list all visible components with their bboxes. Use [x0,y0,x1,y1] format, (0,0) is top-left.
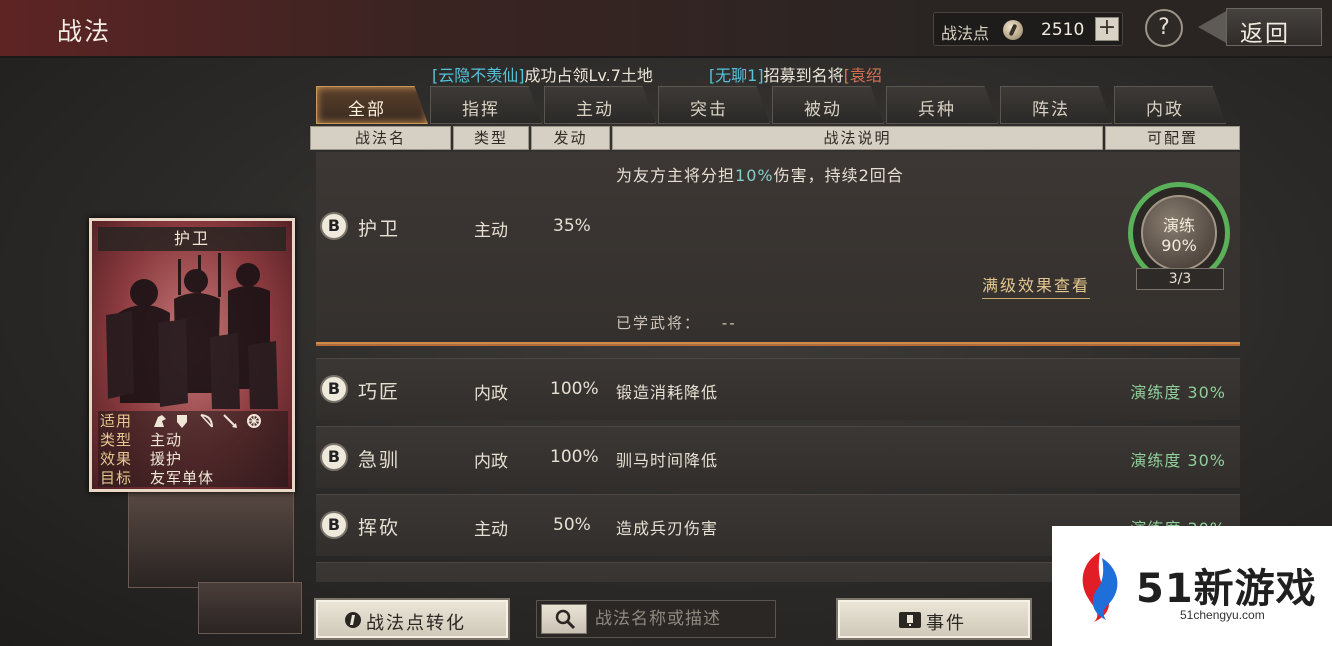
coin-icon [345,612,361,628]
search-button[interactable] [541,604,587,634]
help-button[interactable]: ? [1145,9,1183,47]
add-points-button[interactable]: + [1095,17,1119,41]
watermark-text: 51新游戏 [1136,566,1317,612]
card-info-panel: 适用 类型 主动 效果 援护 目标 友军单体 [98,411,288,487]
tactic-rate: 35% [553,216,591,236]
events-button[interactable]: 事件 [836,598,1032,640]
tactic-name: 巧匠 [358,381,401,403]
card-title: 护卫 [98,227,286,251]
soldiers-silhouette-art [106,253,278,409]
effect-value: 援护 [150,450,183,468]
page-title: 战法 [57,17,112,46]
convert-points-label: 战法点转化 [366,613,466,634]
effect-label: 效果 [100,450,133,468]
tab-command[interactable]: 指挥 [430,86,542,124]
tactic-type: 内政 [474,384,508,404]
applicable-label: 适用 [100,412,133,430]
grade-badge: B [320,443,348,471]
tab-passive[interactable]: 被动 [772,86,884,124]
category-tabs: 全部 指挥 主动 突击 被动 兵种 阵法 内政 [316,86,1232,124]
target-label: 目标 [100,469,133,487]
tactic-card: 护卫 适用 类型 主动 效果 援护 目标 友军单体 [89,218,295,492]
card-stack-back [128,486,294,588]
tactic-points-panel: 战法点 2510 + [933,12,1123,46]
search-input[interactable] [595,607,771,631]
tab-troop-type[interactable]: 兵种 [886,86,998,124]
column-header-type[interactable]: 类型 [453,126,529,150]
tactic-points-value: 2510 [1041,20,1085,40]
training-level: 演练度 30% [1130,383,1226,402]
back-arrow-icon [1198,10,1228,44]
column-header-configurable[interactable]: 可配置 [1105,126,1240,150]
search-icon [555,609,576,630]
shield-icon [177,415,187,428]
convert-points-button[interactable]: 战法点转化 [314,598,510,640]
ticker-player-1[interactable]: [云隐不羡仙] [432,62,525,86]
site-watermark: 51新游戏 51chengyu.com [1052,526,1332,646]
tactic-type: 主动 [474,221,508,241]
tactic-list[interactable]: B 护卫 主动 35% 为友方主将分担10%伤害，持续2回合 演练 90% 3/… [316,152,1240,582]
training-label: 演练 [1162,216,1195,235]
tactic-point-coin-icon [1003,20,1023,40]
tab-internal-affairs[interactable]: 内政 [1114,86,1226,124]
top-header: 战法 战法点 2510 + ? 返回 [0,0,1332,58]
tactic-name: 护卫 [358,218,401,240]
tactic-row[interactable]: B 急驯 内政 100% 驯马时间降低 演练度 30% [316,426,1240,488]
training-count: 3/3 [1136,268,1224,290]
ticker-player-2[interactable]: [无聊1] [709,62,764,86]
training-level: 演练度 30% [1130,451,1226,470]
ticker-msg-1: 成功占领Lv.7土地 [524,66,653,85]
tactic-points-label: 战法点 [941,24,990,43]
back-button-label: 返回 [1240,21,1290,47]
search-bar [536,600,776,638]
column-header-description: 战法说明 [612,126,1103,150]
back-button[interactable]: 返回 [1198,6,1326,48]
tactic-description: 为友方主将分担10%伤害，持续2回合 [616,166,904,185]
tactic-description: 造成兵刃伤害 [616,519,719,538]
tactic-type: 内政 [474,452,508,472]
learned-generals: 已学武将： -- [616,314,737,332]
tactic-row[interactable]: B 巧匠 内政 100% 锻造消耗降低 演练度 30% [316,358,1240,420]
grade-badge: B [320,375,348,403]
tab-all[interactable]: 全部 [316,86,428,124]
event-scroll-icon [899,612,921,628]
tactic-rate: 100% [550,447,599,467]
training-percent: 90% [1161,236,1197,255]
ticker-general: [袁绍 [843,66,882,85]
view-max-level-effect-link[interactable]: 满级效果查看 [982,272,1091,299]
tactic-name: 急驯 [358,449,401,471]
cavalry-icon [154,415,166,427]
grade-badge: B [320,212,348,240]
wheel-icon [247,414,261,428]
tab-assault[interactable]: 突击 [658,86,770,124]
ticker-msg-2: 招募到名将 [763,66,844,85]
tactic-name: 挥砍 [358,517,401,539]
column-header-trigger[interactable]: 发动 [531,126,610,150]
bow-icon [200,414,213,428]
site-logo-icon [1082,552,1118,622]
tab-active[interactable]: 主动 [544,86,656,124]
tactic-row-selected[interactable]: B 护卫 主动 35% 为友方主将分担10%伤害，持续2回合 演练 90% 3/… [316,152,1240,346]
grade-badge: B [320,511,348,539]
column-header-name[interactable]: 战法名 [310,126,451,150]
tactic-description: 锻造消耗降低 [616,383,719,402]
type-value: 主动 [150,431,183,449]
target-value: 友军单体 [150,469,215,487]
tactic-description: 驯马时间降低 [616,451,719,470]
card-stack-back [198,582,302,634]
training-dial[interactable]: 演练 90% 3/3 [1128,182,1232,290]
tactic-type: 主动 [474,520,508,540]
description-highlight: 10% [735,166,774,185]
news-ticker: [云隐不羡仙]成功占领Lv.7土地 [无聊1]招募到名将[袁绍 [432,62,972,86]
spear-icon [223,414,237,428]
watermark-url: 51chengyu.com [1180,608,1265,622]
tactic-rate: 50% [553,515,591,535]
tab-formation[interactable]: 阵法 [1000,86,1112,124]
tactic-rate: 100% [550,379,599,399]
events-label: 事件 [926,613,966,634]
type-label: 类型 [100,431,133,449]
